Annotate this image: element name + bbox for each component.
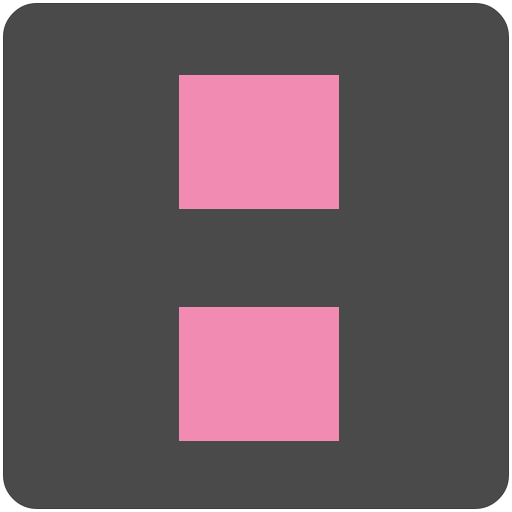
bottom-pink-square-icon (179, 307, 339, 441)
app-icon[interactable] (3, 3, 509, 509)
top-pink-square-icon (179, 75, 339, 209)
